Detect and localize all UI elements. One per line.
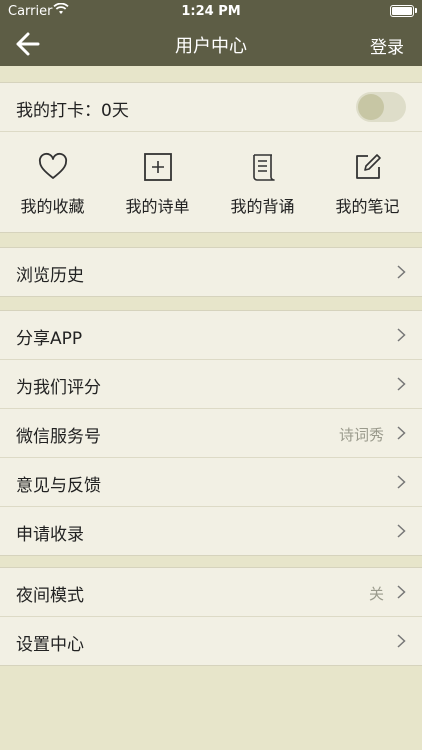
list-item-label: 设置中心 [16,635,84,655]
chevron-right-icon [397,377,406,391]
list-item-apply[interactable]: 申请收录 [0,507,422,555]
settings-section: 夜间模式 关 设置中心 [0,567,422,666]
login-button[interactable]: 登录 [370,33,404,58]
quick-recite[interactable]: 我的背诵 [210,132,315,232]
list-item-value: 关 [368,585,384,603]
heart-icon [38,152,68,179]
status-bar: Carrier 1:24 PM [0,0,422,22]
list-item-night-mode[interactable]: 夜间模式 关 [0,568,422,617]
scroll-icon [253,154,275,181]
battery-tip [415,8,417,13]
misc-section: 分享APP 为我们评分 微信服务号 诗词秀 意见与反馈 申请收录 [0,310,422,556]
quick-notes-label: 我的笔记 [335,197,400,216]
quick-actions: 我的收藏 我的诗单 我的背诵 我的笔记 [0,132,422,232]
quick-favorites-label: 我的收藏 [20,197,85,216]
checkin-row: 我的打卡：0天 [0,83,422,132]
checkin-label: 我的打卡：0天 [16,101,129,121]
chevron-right-icon [397,426,406,440]
list-item-settings[interactable]: 设置中心 [0,617,422,665]
chevron-right-icon [397,265,406,279]
chevron-right-icon [397,524,406,538]
history-section: 浏览历史 [0,247,422,297]
history-row[interactable]: 浏览历史 [0,248,422,296]
page-title: 用户中心 [175,36,247,57]
list-item-feedback[interactable]: 意见与反馈 [0,458,422,507]
header: Carrier 1:24 PM 用户中心 登录 [0,0,422,66]
list-item-label: 申请收录 [16,525,84,545]
list-item-label: 分享APP [16,329,83,349]
list-item-label: 为我们评分 [16,378,101,398]
quick-poem-list[interactable]: 我的诗单 [105,132,210,232]
list-item-label: 微信服务号 [16,427,101,447]
list-item-label: 意见与反馈 [16,476,101,496]
list-item-value: 诗词秀 [338,426,384,444]
quick-poem-list-label: 我的诗单 [125,197,190,216]
nav-bar: 用户中心 登录 [0,22,422,66]
plus-square-icon [144,153,172,181]
list-item-rate[interactable]: 为我们评分 [0,360,422,409]
profile-section: 我的打卡：0天 我的收藏 我的诗单 我的背诵 我的笔记 [0,82,422,233]
history-label: 浏览历史 [16,266,84,286]
quick-notes[interactable]: 我的笔记 [315,132,420,232]
quick-favorites[interactable]: 我的收藏 [0,132,105,232]
quick-recite-label: 我的背诵 [230,197,295,216]
chevron-right-icon [397,585,406,599]
chevron-right-icon [397,475,406,489]
battery-icon [390,5,414,17]
checkin-toggle[interactable] [356,92,406,122]
edit-note-icon [356,154,381,179]
chevron-right-icon [397,634,406,648]
list-item-wechat[interactable]: 微信服务号 诗词秀 [0,409,422,458]
chevron-right-icon [397,328,406,342]
toggle-knob [358,94,384,120]
status-time: 1:24 PM [181,4,241,19]
list-item-share[interactable]: 分享APP [0,311,422,360]
list-item-label: 夜间模式 [16,586,84,606]
